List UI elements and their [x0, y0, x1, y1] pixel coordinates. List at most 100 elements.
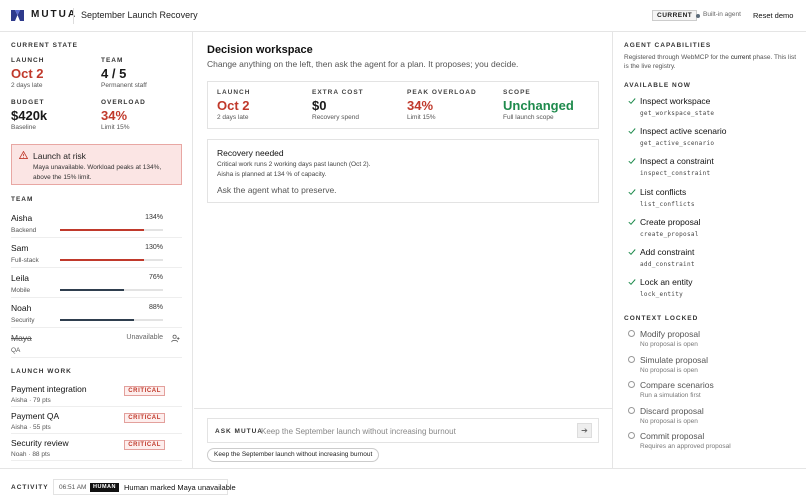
member-load-fill	[60, 319, 135, 321]
critical-badge: CRITICAL	[124, 413, 165, 423]
page-title: September Launch Recovery	[81, 10, 198, 20]
team-member-leila[interactable]: Leila Mobile 76%	[11, 268, 182, 298]
member-load-fill	[60, 229, 145, 231]
member-load-bar	[60, 229, 163, 231]
member-name: Aisha	[11, 213, 33, 223]
tool-name: List conflicts	[640, 186, 687, 197]
locked-tool-name: Modify proposal	[640, 329, 701, 339]
activity-bar: ACTIVITY 06:51 AM HUMAN Human marked May…	[0, 468, 806, 504]
metric-value: $0	[312, 98, 327, 113]
member-status: Unavailable	[126, 334, 163, 341]
work-item-payment-integration[interactable]: Payment integration Aisha · 79 pts CRITI…	[11, 380, 182, 407]
metric-label: SCOPE	[503, 89, 531, 96]
member-role: QA	[11, 347, 21, 354]
locked-tool-simulate-proposal: Simulate proposal No proposal is open	[624, 354, 804, 379]
work-item-payment-qa[interactable]: Payment QA Aisha · 55 pts CRITICAL	[11, 407, 182, 434]
ask-label: ASK MUTUA	[215, 428, 263, 435]
tool-create-proposal[interactable]: Create proposal create_proposal	[624, 216, 804, 244]
locked-tool-compare-scenarios: Compare scenarios Run a simulation first	[624, 379, 804, 404]
human-badge: HUMAN	[90, 483, 119, 492]
tool-code: inspect_constraint	[640, 170, 711, 178]
tool-get-workspace-state[interactable]: Inspect workspace get_workspace_state	[624, 95, 804, 123]
locked-tool-discard-proposal: Discard proposal No proposal is open	[624, 405, 804, 430]
recovery-title: Recovery needed	[217, 148, 284, 158]
check-icon	[628, 218, 636, 225]
member-role: Security	[11, 317, 35, 324]
metric-extra-cost: EXTRA COST $0 Recovery spend	[312, 89, 364, 121]
member-role: Mobile	[11, 287, 31, 294]
tool-name: Inspect workspace	[640, 96, 711, 106]
recovery-detail-1: Critical work runs 2 working days past l…	[217, 161, 371, 168]
reset-demo-button[interactable]: Reset demo	[753, 11, 793, 20]
locked-circle-icon	[628, 406, 635, 414]
activity-text: Human marked Maya unavailable	[124, 483, 236, 492]
stat-budget-value: $420k	[11, 108, 48, 123]
metric-value: Oct 2	[217, 98, 250, 113]
work-item-security-review[interactable]: Security review Noah · 88 pts CRITICAL	[11, 434, 182, 461]
tool-code: create_proposal	[640, 230, 699, 238]
activity-label: ACTIVITY	[11, 484, 49, 491]
member-load-bar	[60, 319, 163, 321]
team-label: TEAM	[11, 196, 34, 203]
activity-item[interactable]: 06:51 AM HUMAN Human marked Maya unavail…	[53, 479, 236, 495]
scenario-metrics: LAUNCH Oct 2 2 days late EXTRA COST $0 R…	[207, 81, 599, 129]
tool-add-constraint[interactable]: Add constraint add_constraint	[624, 246, 804, 274]
tool-name: Create proposal	[640, 216, 701, 227]
stat-budget-label: BUDGET	[11, 99, 45, 106]
ask-agent-area: ASK MUTUA ➔ Keep the September launch wi…	[194, 408, 612, 468]
member-name: Sam	[11, 243, 29, 253]
member-role: Full-stack	[11, 257, 39, 264]
tool-lock-entity[interactable]: Lock an entity lock_entity	[624, 276, 804, 304]
work-meta: Aisha · 79 pts	[11, 397, 51, 404]
user-plus-icon[interactable]	[171, 334, 180, 343]
member-load-bar	[60, 289, 163, 291]
capabilities-description: Registered through WebMCP for the curren…	[624, 53, 799, 71]
member-load-fill	[60, 259, 145, 261]
locked-tool-name: Compare scenarios	[640, 380, 714, 391]
metric-value: 34%	[407, 98, 434, 113]
metric-value: Unchanged	[503, 98, 574, 113]
team-member-noah[interactable]: Noah Security 88%	[11, 298, 182, 328]
ask-input[interactable]	[261, 424, 571, 438]
desc-prefix: Registered through WebMCP for the	[624, 54, 729, 61]
tool-list-conflicts[interactable]: List conflicts list_conflicts	[624, 186, 804, 214]
tool-inspect-constraint[interactable]: Inspect a constraint inspect_constraint	[624, 155, 804, 183]
metric-label: EXTRA COST	[312, 89, 364, 96]
ask-box: ASK MUTUA ➔	[207, 418, 599, 443]
left-panel: CURRENT STATE LAUNCH Oct 2 2 days late T…	[0, 32, 193, 468]
activity-time: 06:51 AM	[59, 484, 87, 491]
stat-launch-label: LAUNCH	[11, 57, 45, 64]
locked-tool-name: Discard proposal	[640, 405, 704, 416]
send-arrow-icon[interactable]: ➔	[577, 423, 592, 438]
metric-label: PEAK OVERLOAD	[407, 89, 477, 96]
metric-sub: Limit 15%	[407, 114, 436, 121]
suggestion-chip[interactable]: Keep the September launch without increa…	[207, 448, 380, 462]
team-member-aisha[interactable]: Aisha Backend 134%	[11, 208, 182, 238]
member-role: Backend	[11, 227, 37, 234]
locked-circle-icon	[628, 381, 635, 389]
tool-get-active-scenario[interactable]: Inspect active scenario get_active_scenar…	[624, 125, 804, 153]
metric-launch: LAUNCH Oct 2 2 days late	[217, 89, 250, 121]
member-load-fill	[60, 289, 125, 291]
tool-code: list_conflicts	[640, 200, 695, 208]
current-state-label: CURRENT STATE	[11, 42, 78, 49]
tool-code: lock_entity	[640, 291, 684, 299]
team-member-sam[interactable]: Sam Full-stack 130%	[11, 238, 182, 268]
locked-circle-icon	[628, 432, 635, 440]
metric-scope: SCOPE Unchanged Full launch scope	[503, 89, 574, 121]
stat-team-value: 4 / 5	[101, 66, 127, 81]
tool-name: Inspect active scenario	[640, 126, 727, 137]
critical-badge: CRITICAL	[124, 386, 165, 396]
team-member-maya[interactable]: Maya QA Unavailable	[11, 328, 182, 358]
tool-code: get_active_scenario	[640, 140, 715, 148]
member-name: Leila	[11, 273, 29, 283]
locked-reason: Requires an approved proposal	[640, 443, 731, 451]
metric-peak-overload: PEAK OVERLOAD 34% Limit 15%	[407, 89, 477, 121]
check-icon	[628, 98, 636, 105]
check-icon	[628, 279, 636, 286]
locked-circle-icon	[628, 355, 635, 363]
header-divider	[73, 8, 74, 24]
capabilities-label: AGENT CAPABILITIES	[624, 42, 712, 49]
tool-name: Lock an entity	[640, 277, 693, 288]
stat-budget-sub: Baseline	[11, 124, 36, 131]
